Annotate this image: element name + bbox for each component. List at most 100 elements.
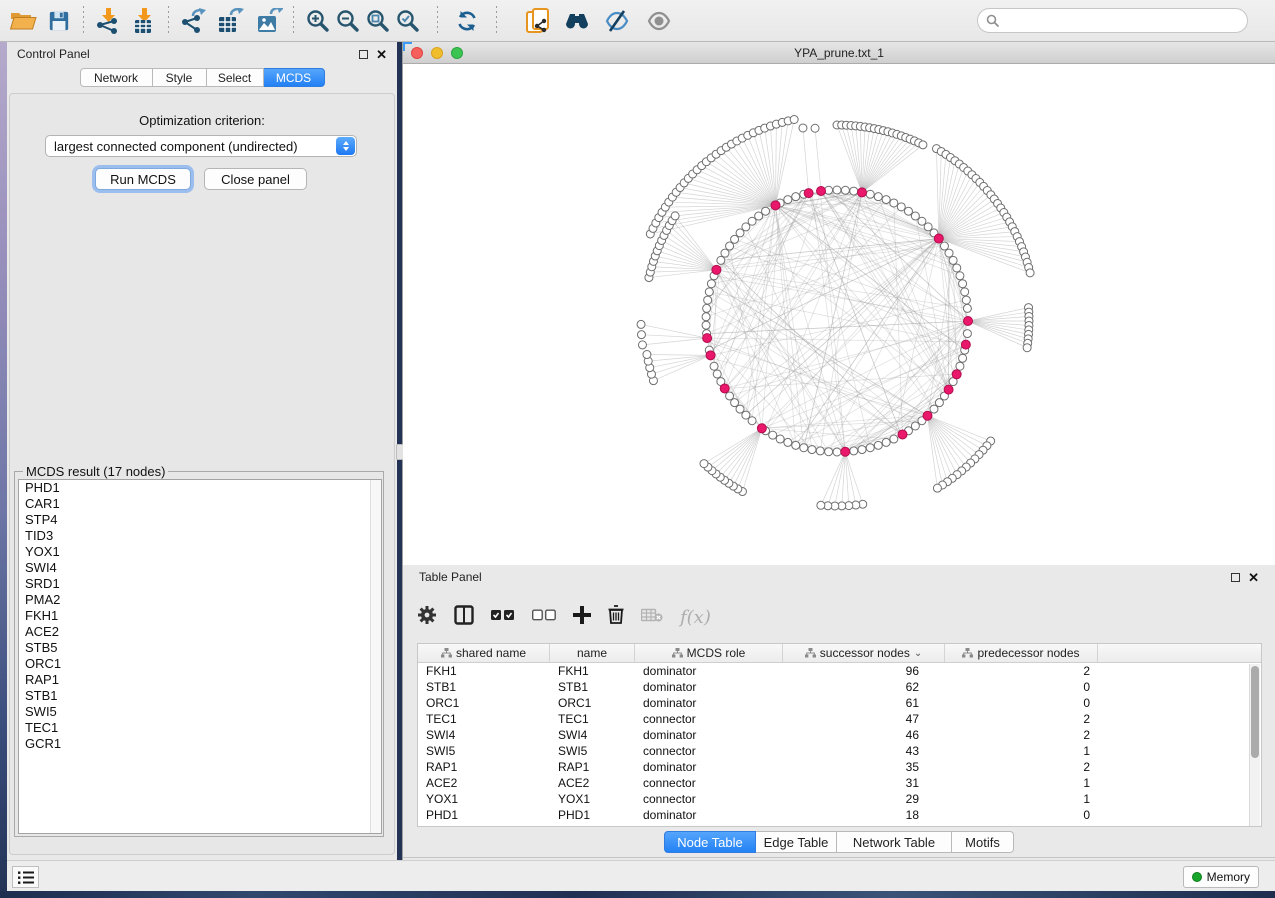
list-scrollbar-track[interactable]	[370, 480, 381, 833]
column-selector-icon[interactable]	[454, 605, 474, 630]
main-toolbar	[0, 0, 1275, 42]
open-folder-icon[interactable]	[8, 6, 38, 36]
mcds-list-item[interactable]: YOX1	[19, 544, 381, 560]
search-input[interactable]	[977, 8, 1248, 33]
table-row[interactable]: ACE2ACE2connector311	[418, 775, 1261, 791]
table-cell: 35	[783, 760, 945, 774]
table-cell: ACE2	[550, 776, 635, 790]
network-canvas[interactable]	[403, 64, 1275, 565]
table-cell: dominator	[635, 808, 783, 822]
table-cell: connector	[635, 776, 783, 790]
control-panel-tabs: NetworkStyleSelectMCDS	[7, 68, 397, 87]
delete-icon[interactable]	[608, 605, 624, 629]
export-network-icon[interactable]	[178, 6, 208, 36]
tab-network-table[interactable]: Network Table	[837, 831, 952, 853]
table-scrollbar-thumb[interactable]	[1251, 666, 1259, 758]
table-cell: 47	[783, 712, 945, 726]
table-cell: connector	[635, 792, 783, 806]
mcds-result-list[interactable]: PHD1CAR1STP4TID3YOX1SWI4SRD1PMA2FKH1ACE2…	[18, 479, 382, 834]
close-panel-icon[interactable]: ✕	[1248, 573, 1259, 582]
hide-details-icon[interactable]	[602, 6, 632, 36]
tab-select[interactable]: Select	[207, 68, 264, 87]
table-cell: 2	[945, 728, 1098, 742]
export-image-icon[interactable]	[254, 6, 284, 36]
table-cell: SWI4	[418, 728, 550, 742]
table-cell: 96	[783, 664, 945, 678]
table-row[interactable]: STB1STB1dominator620	[418, 679, 1261, 695]
network-window-titlebar[interactable]: YPA_prune.txt_1	[403, 42, 1275, 64]
mcds-list-item[interactable]: FKH1	[19, 608, 381, 624]
tab-network[interactable]: Network	[80, 68, 153, 87]
table-row[interactable]: PHD1PHD1dominator180	[418, 807, 1261, 823]
mcds-list-item[interactable]: STB5	[19, 640, 381, 656]
task-history-button[interactable]	[12, 866, 39, 888]
mcds-list-item[interactable]: SWI4	[19, 560, 381, 576]
mcds-list-item[interactable]: ORC1	[19, 656, 381, 672]
column-header-predecessor-nodes[interactable]: predecessor nodes	[945, 644, 1098, 662]
table-cell: ACE2	[418, 776, 550, 790]
table-cell: dominator	[635, 760, 783, 774]
tab-node-table[interactable]: Node Table	[664, 831, 756, 853]
divider	[403, 857, 1275, 858]
mcds-list-item[interactable]: STP4	[19, 512, 381, 528]
zoom-out-icon[interactable]	[333, 6, 363, 36]
control-panel: Control Panel ✕ NetworkStyleSelectMCDS O…	[7, 42, 397, 860]
float-panel-icon[interactable]	[359, 50, 368, 59]
column-header-successor-nodes[interactable]: successor nodes⌄	[783, 644, 945, 662]
mcds-list-item[interactable]: RAP1	[19, 672, 381, 688]
tab-motifs[interactable]: Motifs	[952, 831, 1014, 853]
mcds-list-item[interactable]: CAR1	[19, 496, 381, 512]
mcds-list-item[interactable]: STB1	[19, 688, 381, 704]
float-panel-icon[interactable]	[1231, 573, 1240, 582]
table-cell: ORC1	[550, 696, 635, 710]
zoom-in-icon[interactable]	[303, 6, 333, 36]
toolbar-separator	[168, 6, 169, 36]
table-row[interactable]: FKH1FKH1dominator962	[418, 663, 1261, 679]
table-row[interactable]: RAP1RAP1dominator352	[418, 759, 1261, 775]
select-all-icon[interactable]	[491, 608, 515, 626]
optimization-criterion-select[interactable]: largest connected component (undirected)	[45, 135, 357, 157]
table-row[interactable]: TEC1TEC1connector472	[418, 711, 1261, 727]
refresh-icon[interactable]	[452, 6, 482, 36]
column-header-shared-name[interactable]: shared name	[418, 644, 550, 662]
tab-mcds[interactable]: MCDS	[264, 68, 325, 87]
mcds-list-item[interactable]: SWI5	[19, 704, 381, 720]
search-icon	[986, 14, 1000, 28]
table-cell: 18	[783, 808, 945, 822]
show-details-icon[interactable]	[644, 6, 674, 36]
table-row[interactable]: ORC1ORC1dominator610	[418, 695, 1261, 711]
memory-label: Memory	[1207, 870, 1250, 884]
table-scrollbar-track[interactable]	[1249, 664, 1260, 826]
mcds-list-item[interactable]: PHD1	[19, 480, 381, 496]
binoculars-icon[interactable]	[562, 6, 592, 36]
tab-style[interactable]: Style	[153, 68, 207, 87]
mcds-list-item[interactable]: SRD1	[19, 576, 381, 592]
close-panel-button[interactable]: Close panel	[204, 168, 307, 190]
run-mcds-button[interactable]: Run MCDS	[95, 168, 191, 190]
column-header-name[interactable]: name	[550, 644, 635, 662]
table-cell: SWI5	[550, 744, 635, 758]
memory-button[interactable]: Memory	[1183, 866, 1259, 888]
zoom-selected-icon[interactable]	[393, 6, 423, 36]
import-network-icon[interactable]	[93, 6, 123, 36]
table-row[interactable]: SWI5SWI5connector431	[418, 743, 1261, 759]
table-cell: TEC1	[418, 712, 550, 726]
deselect-all-icon[interactable]	[532, 608, 556, 626]
mcds-list-item[interactable]: PMA2	[19, 592, 381, 608]
mcds-list-item[interactable]: TEC1	[19, 720, 381, 736]
zoom-fit-icon[interactable]	[363, 6, 393, 36]
import-table-icon[interactable]	[129, 6, 159, 36]
export-table-icon[interactable]	[215, 6, 245, 36]
column-header-MCDS-role[interactable]: MCDS role	[635, 644, 783, 662]
close-panel-icon[interactable]: ✕	[376, 50, 387, 59]
mcds-list-item[interactable]: TID3	[19, 528, 381, 544]
save-icon[interactable]	[44, 6, 74, 36]
gear-icon[interactable]	[417, 605, 437, 630]
mcds-list-item[interactable]: GCR1	[19, 736, 381, 752]
network-document-icon[interactable]	[523, 6, 553, 36]
table-row[interactable]: SWI4SWI4dominator462	[418, 727, 1261, 743]
mcds-list-item[interactable]: ACE2	[19, 624, 381, 640]
tab-edge-table[interactable]: Edge Table	[756, 831, 837, 853]
table-row[interactable]: YOX1YOX1connector291	[418, 791, 1261, 807]
add-icon[interactable]	[573, 606, 591, 629]
